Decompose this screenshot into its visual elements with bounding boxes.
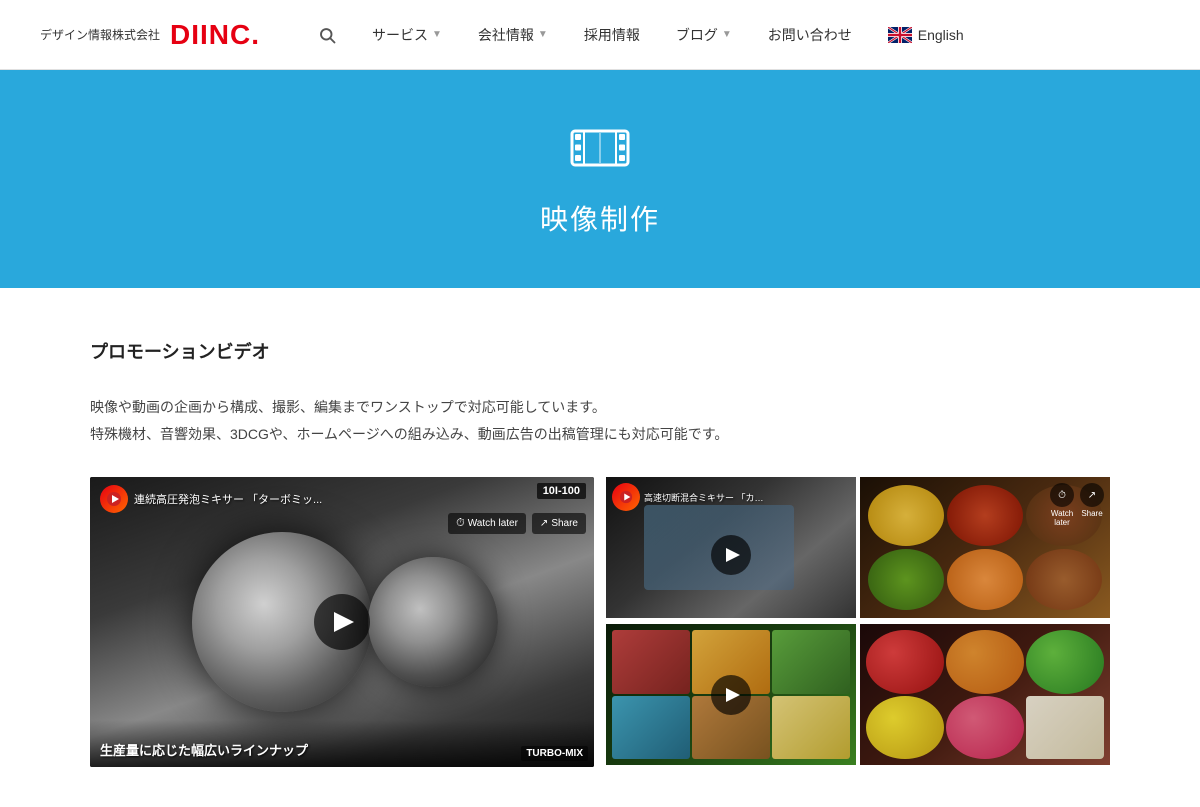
video-thumb-right-3[interactable] bbox=[606, 624, 856, 765]
video-right-panel: 高速切断混合ミキサー 「カッターミ... bbox=[606, 477, 1110, 767]
channel-badge: 連続高圧発泡ミキサー 「ターボミッ... bbox=[100, 485, 322, 513]
video-counter: 10I-100 bbox=[537, 483, 586, 499]
video-left-panel: 連続高圧発泡ミキサー 「ターボミッ... 10I-100 ⏱ Watch lat… bbox=[90, 477, 594, 767]
search-button[interactable] bbox=[300, 0, 354, 70]
chevron-down-icon: ▼ bbox=[538, 29, 548, 40]
watch-later-icon[interactable]: ⏱ bbox=[1050, 483, 1074, 507]
watchlater-share-area: ⏱ ↗ Watch later Share bbox=[1050, 483, 1104, 527]
share-label: Share bbox=[1080, 509, 1104, 527]
video-thumb-right-4[interactable] bbox=[860, 624, 1110, 765]
nav-company[interactable]: 会社情報 ▼ bbox=[460, 0, 566, 70]
video-thumb-right-1[interactable]: 高速切断混合ミキサー 「カッターミ... bbox=[606, 477, 856, 618]
video-thumb-main[interactable]: 連続高圧発泡ミキサー 「ターボミッ... 10I-100 ⏱ Watch lat… bbox=[90, 477, 594, 767]
video-bottom-text: 生産量に応じた幅広いラインナップ bbox=[90, 720, 594, 767]
main-content: プロモーションビデオ 映像や動画の企画から構成、撮影、編集までワンストップで対応… bbox=[50, 288, 1150, 807]
play-button-main[interactable] bbox=[314, 594, 370, 650]
chevron-down-icon: ▼ bbox=[722, 29, 732, 40]
site-header: デザイン情報株式会社 DIINC. サービス ▼ 会社情報 ▼ 採用情報 ブログ… bbox=[0, 0, 1200, 70]
video-title-text: 連続高圧発泡ミキサー 「ターボミッ... bbox=[134, 491, 322, 507]
logo-jp-text: デザイン情報株式会社 bbox=[40, 26, 160, 43]
play-button-r1[interactable] bbox=[711, 535, 751, 575]
language-label: English bbox=[918, 27, 964, 43]
nav-recruitment[interactable]: 採用情報 bbox=[566, 0, 658, 70]
logo-area[interactable]: デザイン情報株式会社 DIINC. bbox=[40, 19, 260, 51]
nav-services[interactable]: サービス ▼ bbox=[354, 0, 460, 70]
video-grid: 連続高圧発泡ミキサー 「ターボミッ... 10I-100 ⏱ Watch lat… bbox=[90, 477, 1110, 767]
chevron-down-icon: ▼ bbox=[432, 29, 442, 40]
nav-blog[interactable]: ブログ ▼ bbox=[658, 0, 750, 70]
hero-film-icon bbox=[570, 123, 630, 182]
video-thumb-right-2[interactable]: ⏱ ↗ Watch later Share bbox=[860, 477, 1110, 618]
video-actions: ⏱ Watch later ↗ Share bbox=[448, 513, 586, 534]
channel-icon bbox=[100, 485, 128, 513]
hero-title: 映像制作 bbox=[540, 198, 660, 238]
channel-icon-r1 bbox=[612, 483, 640, 511]
share-icon[interactable]: ↗ bbox=[1080, 483, 1104, 507]
play-button-r3[interactable] bbox=[711, 675, 751, 715]
watch-later-label: Watch later bbox=[1050, 509, 1074, 527]
flag-uk-icon bbox=[888, 27, 912, 43]
section-description: 映像や動画の企画から構成、撮影、編集までワンストップで対応可能しています。 特殊… bbox=[90, 394, 1110, 447]
main-nav: サービス ▼ 会社情報 ▼ 採用情報 ブログ ▼ お問い合わせ bbox=[300, 0, 1160, 70]
language-switcher[interactable]: English bbox=[870, 27, 982, 43]
watch-later-btn[interactable]: ⏱ Watch later bbox=[448, 513, 526, 534]
nav-contact[interactable]: お問い合わせ bbox=[750, 0, 870, 70]
logo-en-text: DIINC. bbox=[170, 19, 260, 51]
video-title-r1: 高速切断混合ミキサー 「カッターミ... bbox=[644, 491, 764, 504]
hero-banner: 映像制作 bbox=[0, 73, 1200, 288]
video-logo-overlay: TURBO-MIX bbox=[521, 746, 588, 761]
share-btn[interactable]: ↗ Share bbox=[532, 513, 586, 534]
channel-badge-r1: 高速切断混合ミキサー 「カッターミ... bbox=[612, 483, 764, 511]
section-title: プロモーションビデオ bbox=[90, 338, 1110, 374]
